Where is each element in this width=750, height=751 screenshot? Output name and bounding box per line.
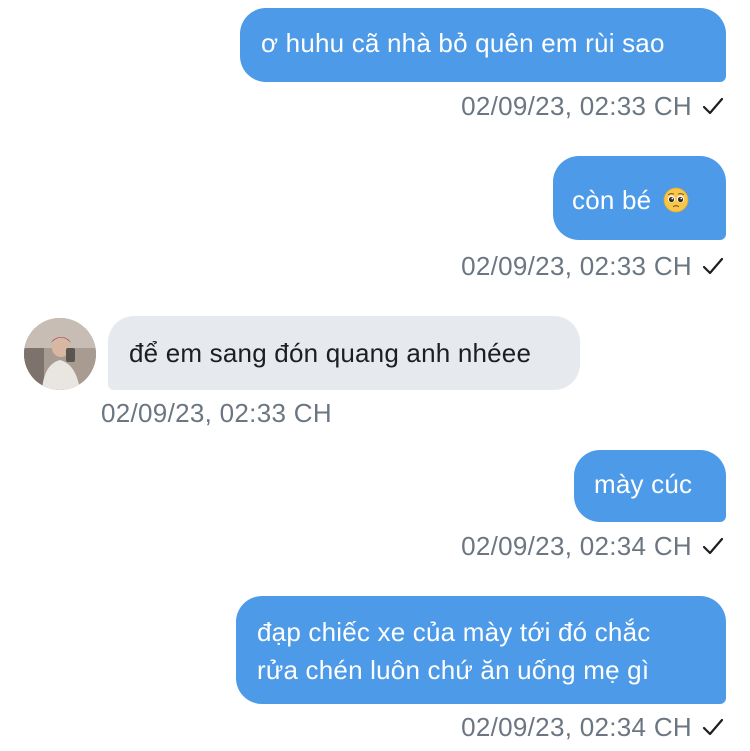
timestamp: 02/09/23, 02:34 CH [461, 531, 692, 561]
message-bubble-outgoing[interactable]: mày cúc [574, 450, 726, 522]
contact-avatar[interactable] [24, 318, 96, 390]
timestamp: 02/09/23, 02:34 CH [461, 712, 692, 742]
checkmark-icon [702, 97, 724, 115]
message-bubble-incoming[interactable]: để em sang đón quang anh nhéee [108, 316, 580, 390]
message-meta: 02/09/23, 02:33 CH [461, 91, 724, 121]
timestamp: 02/09/23, 02:33 CH [461, 91, 692, 121]
message-text: còn bé [572, 185, 652, 215]
message-bubble-outgoing[interactable]: đạp chiếc xe của mày tới đó chắc rửa ché… [236, 596, 726, 704]
timestamp: 02/09/23, 02:33 CH [461, 251, 692, 281]
message-bubble-outgoing[interactable]: còn bé [553, 156, 726, 240]
timestamp: 02/09/23, 02:33 CH [101, 398, 332, 428]
message-bubble-outgoing[interactable]: ơ huhu cã nhà bỏ quên em rùi sao [240, 8, 726, 82]
message-text-line: đạp chiếc xe của mày tới đó chắc [257, 617, 651, 647]
checkmark-icon [702, 537, 724, 555]
message-meta: 02/09/23, 02:34 CH [461, 712, 724, 742]
message-meta: 02/09/23, 02:34 CH [461, 531, 724, 561]
checkmark-icon [702, 718, 724, 736]
message-text: ơ huhu cã nhà bỏ quên em rùi sao [261, 28, 665, 58]
pleading-face-emoji [663, 187, 689, 213]
message-meta: 02/09/23, 02:33 CH [101, 398, 332, 428]
message-text-line: rửa chén luôn chứ ăn uống mẹ gì [257, 655, 650, 685]
checkmark-icon [702, 257, 724, 275]
message-text: để em sang đón quang anh nhéee [129, 338, 532, 368]
message-meta: 02/09/23, 02:33 CH [461, 251, 724, 281]
avatar-image [24, 318, 96, 390]
message-text: mày cúc [594, 469, 693, 499]
